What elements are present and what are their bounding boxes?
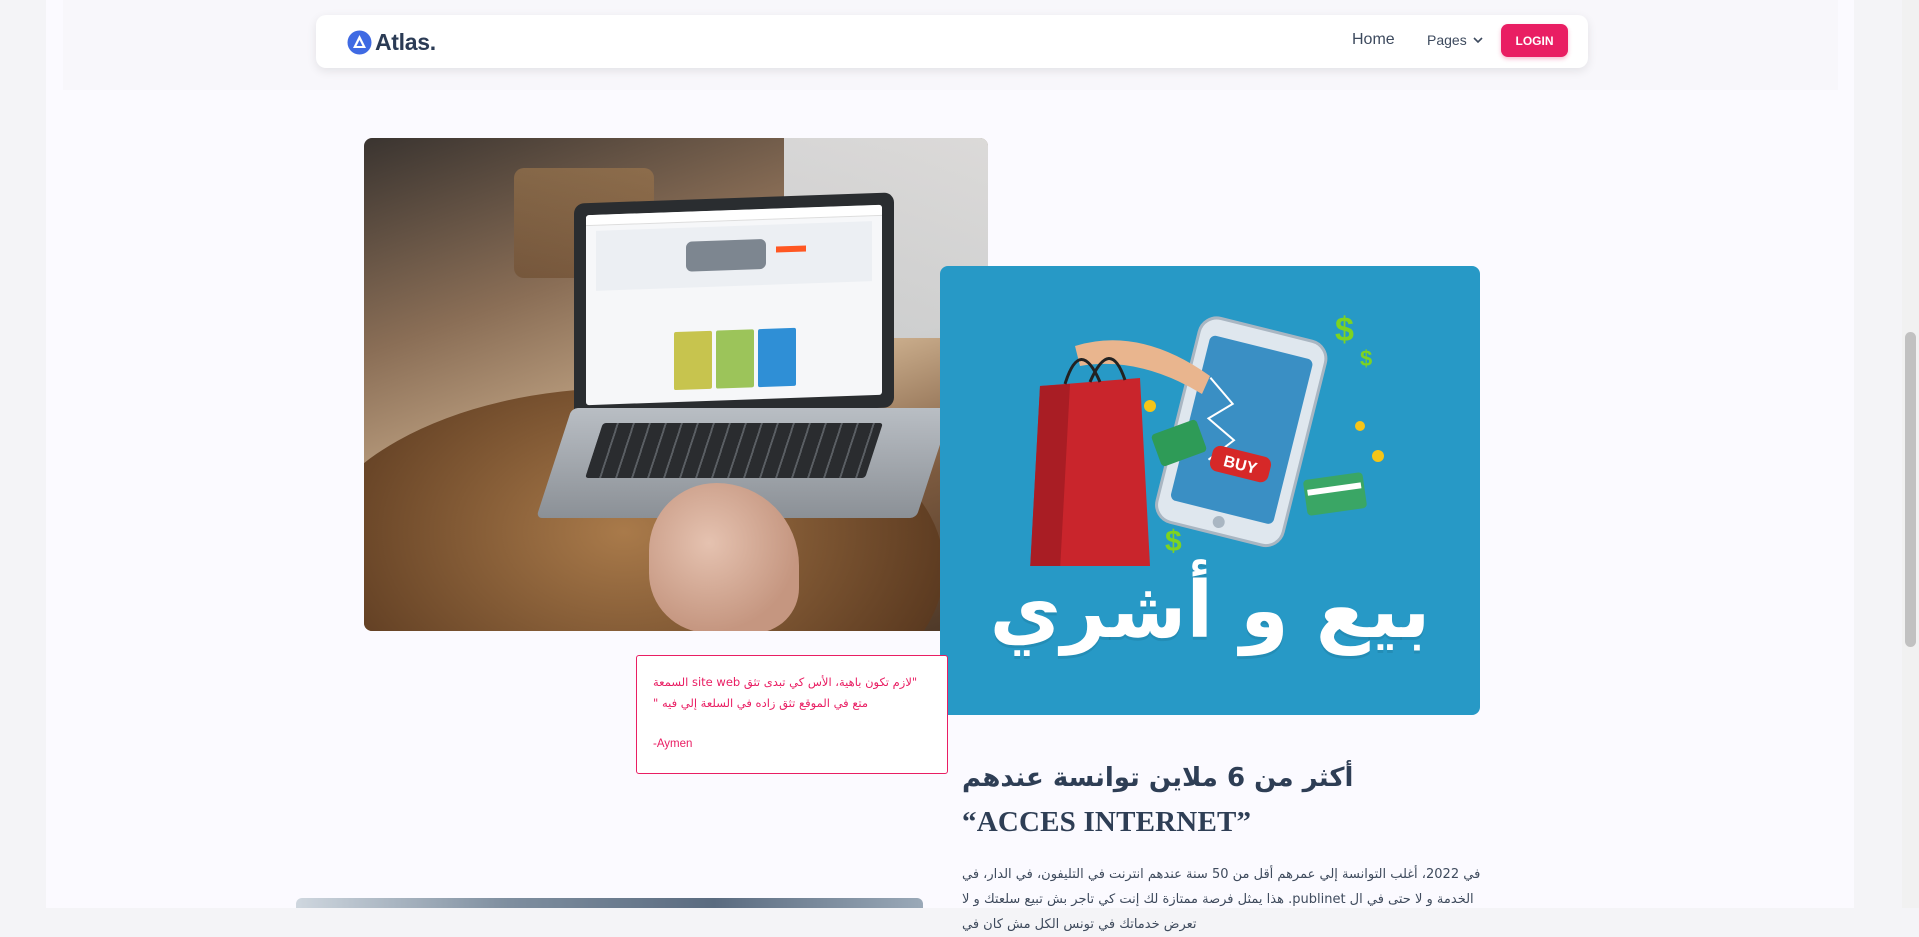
nav-home-link[interactable]: Home xyxy=(1352,31,1395,49)
svg-text:$: $ xyxy=(1335,311,1354,349)
nav-pages-dropdown[interactable]: Pages xyxy=(1427,32,1484,48)
display-cta xyxy=(776,245,806,253)
laptop-photo xyxy=(364,138,988,631)
display-truck xyxy=(686,238,766,272)
atlas-logo-icon xyxy=(347,30,372,55)
svg-text:$: $ xyxy=(1165,525,1182,558)
section-heading-line2: “ACCES INTERNET” xyxy=(962,806,1252,838)
illustration-caption: بيع و أشري xyxy=(989,566,1431,656)
buy-sell-illustration: BUY $ $ $ بيع و أشري xyxy=(940,266,1480,715)
display-card xyxy=(758,327,796,388)
photo-laptop-display xyxy=(586,204,882,406)
scrollbar-thumb[interactable] xyxy=(1905,332,1916,647)
next-section-photo xyxy=(296,898,923,908)
testimonial-card: "لازم تكون باهية، الأس كي تبدى تثق site … xyxy=(636,655,948,774)
brand-name: Atlas xyxy=(375,29,430,55)
photo-laptop-keyboard xyxy=(585,423,883,478)
section-paragraph: في 2022، أغلب التوانسة إلي عمرهم أقل من … xyxy=(962,867,1481,932)
photo-laptop-screen xyxy=(574,192,894,419)
display-card xyxy=(674,330,712,391)
nav-pages-label: Pages xyxy=(1427,32,1467,48)
testimonial-text: "لازم تكون باهية، الأس كي تبدى تثق site … xyxy=(653,675,918,710)
shopping-phone-illustration: BUY $ $ $ xyxy=(1030,311,1384,566)
brand-logo[interactable]: Atlas. xyxy=(347,29,436,56)
login-button[interactable]: LOGIN xyxy=(1501,24,1568,57)
testimonial-author: -Aymen xyxy=(653,738,693,750)
navbar: Atlas. Home Pages LOGIN xyxy=(316,15,1588,68)
chevron-down-icon xyxy=(1473,37,1483,44)
svg-text:$: $ xyxy=(1360,346,1372,371)
section-heading-line1: أكثر من 6 ملاين توانسة عندهم xyxy=(962,763,1354,793)
display-card xyxy=(716,329,754,389)
brand-dot: . xyxy=(429,29,437,55)
